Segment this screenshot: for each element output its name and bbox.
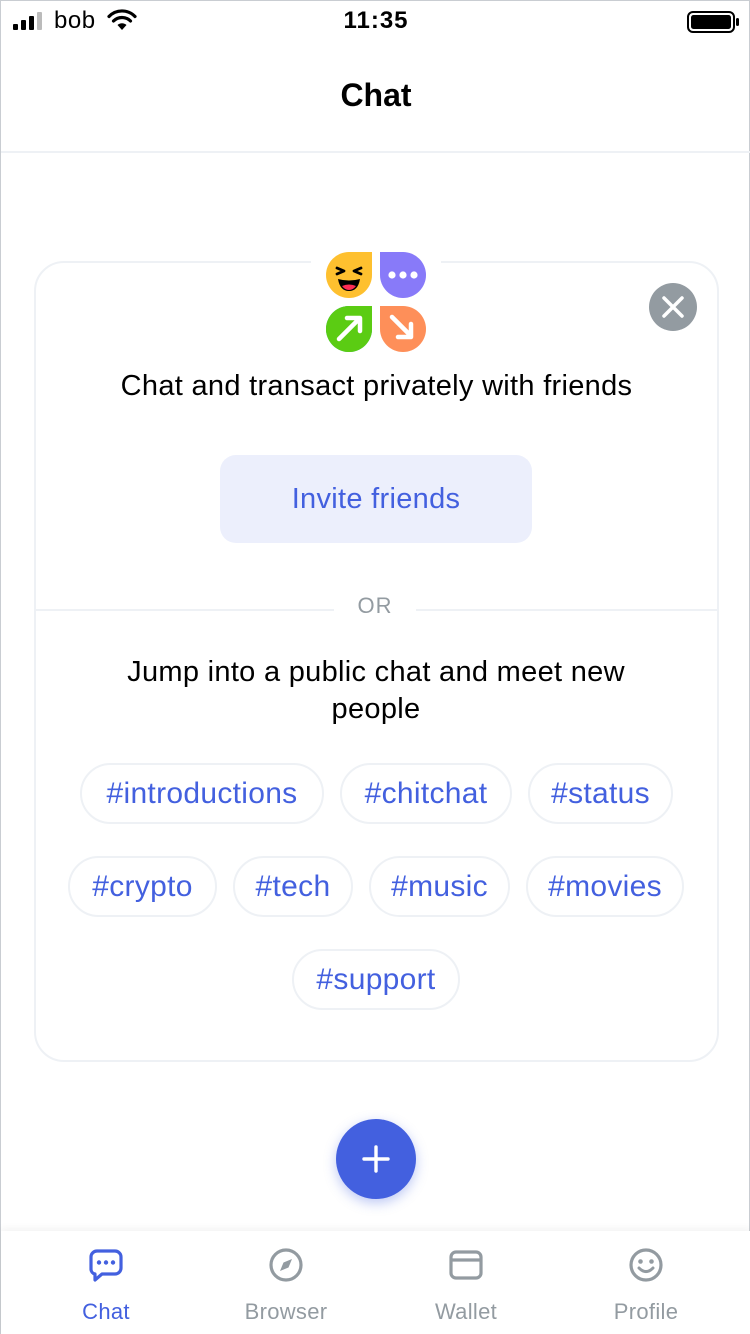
screen-frame: bob 11:35 Chat Chat and transact private…: [0, 0, 750, 1334]
page-title: Chat: [340, 77, 412, 113]
tag-tech[interactable]: #tech: [233, 856, 353, 917]
close-card-button[interactable]: [649, 283, 697, 331]
smiley-icon: [629, 1248, 663, 1282]
public-chat-prompt: Jump into a public chat and meet new peo…: [127, 656, 625, 725]
tab-browser-label: Browser: [244, 1299, 328, 1324]
tag-crypto[interactable]: #crypto: [68, 856, 217, 917]
intro-text: Chat and transact privately with friends: [120, 370, 633, 402]
tag-support[interactable]: #support: [292, 949, 460, 1010]
or-separator-label: OR: [357, 593, 393, 618]
tag-music[interactable]: #music: [369, 856, 510, 917]
tag-chitchat[interactable]: #chitchat: [340, 763, 512, 824]
tag-status[interactable]: #status: [528, 763, 673, 824]
status-logo-icon: [326, 252, 426, 352]
tab-profile-label: Profile: [613, 1299, 679, 1324]
chat-icon: [89, 1249, 123, 1282]
wallet-icon: [449, 1250, 483, 1280]
status-time: 11:35: [343, 7, 409, 34]
new-chat-button[interactable]: [336, 1119, 416, 1199]
tab-browser[interactable]: Browser: [196, 1231, 376, 1334]
divider-left: [36, 609, 334, 611]
tab-wallet-label: Wallet: [434, 1299, 498, 1324]
tag-movies[interactable]: #movies: [526, 856, 684, 917]
invite-friends-button[interactable]: Invite friends: [220, 455, 532, 543]
tab-chat-label: Chat: [82, 1299, 130, 1324]
tag-introductions[interactable]: #introductions: [80, 763, 324, 824]
plus-icon: [362, 1145, 390, 1173]
bottom-tab-bar: Chat Browser Wallet Profile: [1, 1231, 750, 1334]
divider-right: [416, 609, 717, 611]
close-icon: [662, 296, 684, 318]
compass-icon: [269, 1248, 303, 1282]
status-bar: bob 11:35: [1, 1, 750, 41]
top-header: Chat: [1, 41, 750, 153]
tab-wallet[interactable]: Wallet: [376, 1231, 556, 1334]
battery-icon: [687, 11, 739, 33]
tab-chat[interactable]: Chat: [16, 1231, 196, 1334]
tab-profile[interactable]: Profile: [556, 1231, 736, 1334]
